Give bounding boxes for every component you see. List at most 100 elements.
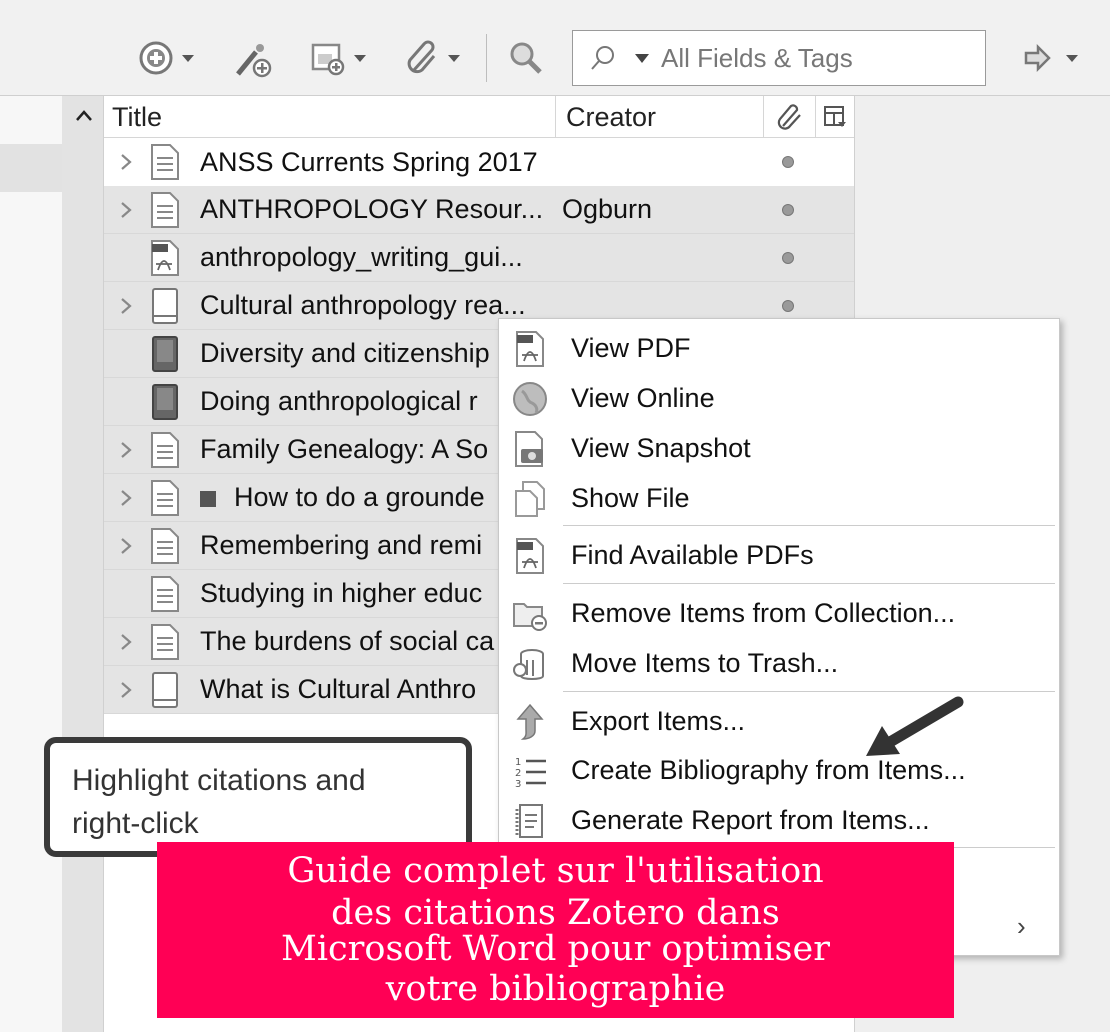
document-icon [148,527,182,565]
item-title: What is Cultural Anthro [200,674,476,705]
callout-line: Highlight citations and [72,764,366,797]
item-title: How to do a grounde [200,482,485,513]
attachment-status-icon[interactable] [782,300,794,312]
expand-twisty[interactable] [104,152,148,172]
snapshot-icon [511,430,549,468]
numbered-list-icon: 123 [511,752,549,790]
item-title: Remembering and remi [200,530,482,561]
colored-tag-icon [200,490,216,507]
book-icon [148,383,182,421]
item-title-text: anthropology_writing_gui... [200,242,523,272]
column-header-attachments[interactable] [764,96,816,138]
document-icon [148,575,182,613]
menu-label: Export Items... [571,705,746,736]
selected-collection[interactable] [0,144,62,192]
menu-item-move-to-trash[interactable]: Move Items to Trash... [499,640,1059,686]
chevron-right-icon[interactable] [119,152,133,172]
attachment-status-icon[interactable] [782,204,794,216]
document-icon [148,623,182,661]
item-title: ANSS Currents Spring 2017 [200,147,538,178]
search-icon [510,42,542,74]
menu-label: View Online [571,382,715,413]
item-title-text: Doing anthropological r [200,386,478,416]
menu-item-view-snapshot[interactable]: View Snapshot [499,425,1059,471]
column-picker-icon [824,106,846,127]
book-section-icon [148,671,182,709]
chevron-right-icon[interactable] [119,632,133,652]
item-title-text: Diversity and citizenship [200,338,490,368]
pdf-icon [511,537,549,575]
new-note-icon [311,43,345,76]
item-title-text: The burdens of social ca [200,626,495,656]
folder-remove-icon [511,595,549,633]
item-title: Studying in higher educ [200,578,482,609]
item-row[interactable]: ANTHROPOLOGY Resour... Ogburn [104,186,854,234]
chevron-right-icon[interactable] [119,680,133,700]
chevron-down-icon [448,54,460,62]
item-row[interactable]: ANSS Currents Spring 2017 [104,138,854,186]
search-mode-dropdown[interactable] [635,53,649,63]
toolbar-separator [486,34,487,82]
search-icon [591,46,614,70]
chevron-right-icon[interactable] [119,488,133,508]
menu-item-view-pdf[interactable]: View PDF [499,325,1059,371]
item-creator: Ogburn [562,194,653,224]
menu-item-generate-report[interactable]: Generate Report from Items... [499,797,1059,843]
menu-item-create-bibliography[interactable]: 123 Create Bibliography from Items... [499,747,1059,793]
chevron-right-icon[interactable] [119,200,133,220]
chevron-right-icon[interactable] [119,296,133,316]
menu-item-remove-from-collection[interactable]: Remove Items from Collection... [499,590,1059,636]
pane-splitter[interactable] [62,96,104,1032]
menu-item-find-pdfs[interactable]: Find Available PDFs [499,532,1059,578]
book-section-icon [148,287,182,325]
file-icon [511,480,549,518]
expand-twisty[interactable] [104,632,148,652]
items-header: Title Creator [104,96,854,138]
sort-ascending-icon[interactable] [74,106,94,126]
column-header-title[interactable]: Title [104,96,556,138]
new-item-icon [139,41,173,75]
expand-twisty[interactable] [104,296,148,316]
new-item-button[interactable] [138,38,194,78]
attachment-status-icon[interactable] [782,252,794,264]
menu-label: View Snapshot [571,432,751,463]
chevron-right-icon[interactable] [119,440,133,460]
menu-label: Remove Items from Collection... [571,597,956,628]
svg-text:2: 2 [515,768,521,779]
banner-line: des citations Zotero dans [331,893,780,933]
column-header-creator[interactable]: Creator [556,96,764,138]
item-title: anthropology_writing_gui... [200,242,523,273]
item-title-text: What is Cultural Anthro [200,674,477,704]
sync-button[interactable] [1022,38,1078,78]
menu-item-export-items[interactable]: Export Items... [499,698,1059,744]
expand-twisty[interactable] [104,680,148,700]
banner-line: Microsoft Word pour optimiser [281,929,830,969]
svg-text:3: 3 [515,779,521,789]
menu-item-show-file[interactable]: Show File [499,475,1059,521]
expand-twisty[interactable] [104,200,148,220]
annotation-arrow-icon [866,696,964,756]
new-note-button[interactable] [310,38,366,78]
menu-item-view-online[interactable]: View Online [499,375,1059,421]
menu-separator [563,583,1055,584]
title-banner: Guide complet sur l'utilisation des cita… [157,842,954,1018]
add-attachment-button[interactable] [404,38,460,78]
expand-twisty[interactable] [104,536,148,556]
chevron-right-icon[interactable]: › [1017,911,1026,942]
attachment-icon [777,104,801,130]
advanced-search-button[interactable] [508,38,544,78]
item-row[interactable]: anthropology_writing_gui... [104,234,854,282]
search-input[interactable]: All Fields & Tags [572,30,986,86]
chevron-right-icon[interactable] [119,536,133,556]
instruction-callout: Highlight citations and right-click [44,737,472,857]
item-title-text: Studying in higher educ [200,578,483,608]
expand-twisty[interactable] [104,440,148,460]
column-picker[interactable] [816,96,854,138]
sync-arrow-icon [1024,43,1051,73]
menu-label: Show File [571,482,690,513]
expand-twisty[interactable] [104,488,148,508]
add-by-identifier-button[interactable] [232,38,272,78]
report-icon [511,802,549,840]
item-title: Family Genealogy: A So [200,434,488,465]
attachment-status-icon[interactable] [782,156,794,168]
